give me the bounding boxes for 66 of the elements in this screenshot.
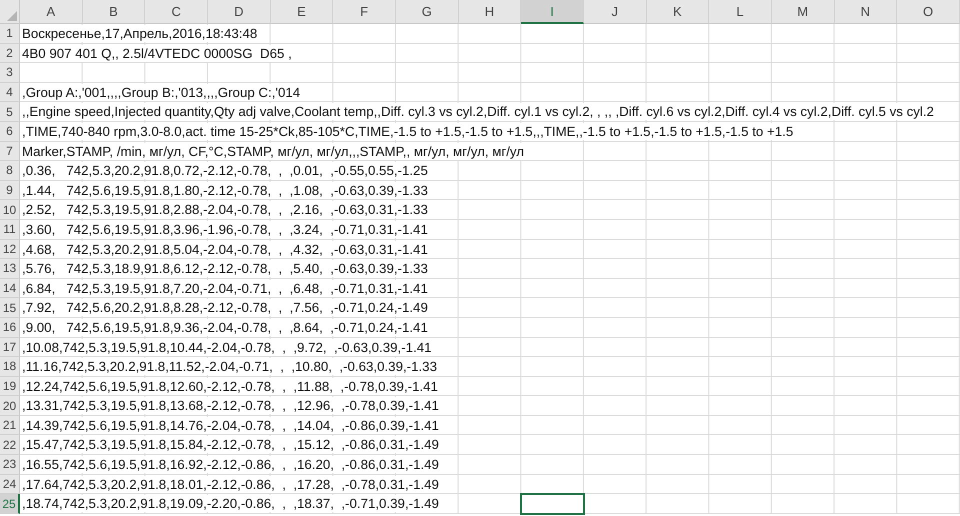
active-cell-cursor[interactable] xyxy=(520,493,586,515)
cell-text: ,16.55,742,5.6,19.5,91.8,16.92,-2.12,-0.86, , ,16.20, ,-0.86,0.31,-1.49 xyxy=(22,456,441,474)
cell-text: ,11.16,742,5.3,20.2,91.8,11.52,-2.04,-0.71, , ,10.80, ,-0.63,0.39,-1.33 xyxy=(22,358,439,376)
cell-text: ,18.74,742,5.3,20.2,91.8,19.09,-2.20,-0.86, , ,18.37, ,-0.71,0.39,-1.49 xyxy=(22,495,441,512)
row-header[interactable]: 11 xyxy=(0,220,20,240)
column-header[interactable]: I xyxy=(521,0,584,24)
row-header[interactable]: 13 xyxy=(0,259,20,279)
column-header[interactable]: C xyxy=(145,0,208,24)
column-header[interactable]: F xyxy=(333,0,396,24)
corner-triangle-icon xyxy=(7,11,17,21)
column-header[interactable]: D xyxy=(208,0,271,24)
row-header[interactable]: 24 xyxy=(0,474,20,494)
cell-text: ,3.60, 742,5.6,19.5,91.8,3.96,-1.96,-0.78, , ,3.24, ,-0.71,0.31,-1.41 xyxy=(22,220,430,238)
column-header[interactable]: J xyxy=(584,0,647,24)
cell-text: Воскресенье,17,Апрель,2016,18:43:48 xyxy=(22,25,260,42)
column-header[interactable]: H xyxy=(458,0,522,24)
cell-text: ,TIME,740-840 rpm,3.0-8.0,act. time 15-25*Ck,85-105*C,TIME,-1.5 to +1.5,-1.5 to +1.5,,,TIME,,-1.5 to +1.5,-1.5 to +1.5,-1.5 to +1.5 xyxy=(22,122,796,140)
row-header[interactable]: 9 xyxy=(0,180,20,200)
row-header[interactable]: 15 xyxy=(0,298,20,318)
column-header[interactable]: E xyxy=(270,0,334,24)
row-header[interactable]: 14 xyxy=(0,278,20,298)
row-header[interactable]: 25 xyxy=(0,494,20,514)
cell-text: ,15.47,742,5.3,19.5,91.8,15.84,-2.12,-0.78, , ,15.12, ,-0.86,0.31,-1.49 xyxy=(22,436,441,454)
cell-text: ,13.31,742,5.3,19.5,91.8,13.68,-2.12,-0.78, , ,12.96, ,-0.78,0.39,-1.41 xyxy=(22,397,441,414)
column-header[interactable]: B xyxy=(82,0,146,24)
cell-text: ,12.24,742,5.6,19.5,91.8,12.60,-2.12,-0.78, , ,11.88, ,-0.78,0.39,-1.41 xyxy=(22,378,440,395)
cell-text: ,14.39,742,5.6,19.5,91.8,14.76,-2.04,-0.78, , ,14.04, ,-0.86,0.39,-1.41 xyxy=(22,416,441,434)
cell-text: ,9.00, 742,5.6,19.5,91.8,9.36,-2.04,-0.78, , ,8.64, ,-0.71,0.24,-1.41 xyxy=(22,318,430,336)
row-header[interactable]: 8 xyxy=(0,161,20,181)
cell-text: ,10.08,742,5.3,19.5,91.8,10.44,-2.04,-0.78, , ,9.72, ,-0.63,0.39,-1.41 xyxy=(22,338,434,356)
cell-text: ,Group A:,'001,,,,Group B:,'013,,,,Group C:,'014 xyxy=(22,84,302,101)
column-header[interactable]: O xyxy=(897,0,960,24)
cell-text: ,5.76, 742,5.3,18.9,91.8,6.12,-2.12,-0.78, , ,5.40, ,-0.63,0.39,-1.33 xyxy=(22,260,430,278)
cell-text: ,7.92, 742,5.6,20.2,91.8,8.28,-2.12,-0.78, , ,7.56, ,-0.71,0.24,-1.49 xyxy=(22,299,430,316)
row-header[interactable]: 1 xyxy=(0,24,20,44)
row-header[interactable]: 5 xyxy=(0,102,20,122)
row-header[interactable]: 16 xyxy=(0,318,20,338)
column-header[interactable]: K xyxy=(646,0,710,24)
row-header[interactable]: 3 xyxy=(0,63,20,83)
row-header[interactable]: 4 xyxy=(0,82,20,102)
cell-text: ,4.68, 742,5.3,20.2,91.8,5.04,-2.04,-0.78, , ,4.32, ,-0.63,0.31,-1.41 xyxy=(22,240,430,258)
row-header[interactable]: 12 xyxy=(0,240,20,260)
row-header[interactable]: 6 xyxy=(0,122,20,142)
column-header[interactable]: N xyxy=(834,0,898,24)
row-header[interactable]: 7 xyxy=(0,142,20,162)
column-header[interactable]: G xyxy=(396,0,459,24)
row-header[interactable]: 17 xyxy=(0,338,20,358)
row-header[interactable]: 10 xyxy=(0,200,20,220)
cell-text: Marker,STAMP, /min, мг/ул, CF,°C,STAMP, мг/ул, мг/ул,,,STAMP,, мг/ул, мг/ул, мг/ул xyxy=(22,142,526,160)
cell-text: ,17.64,742,5.3,20.2,91.8,18.01,-2.12,-0.86, , ,17.28, ,-0.78,0.31,-1.49 xyxy=(22,476,441,493)
row-header[interactable]: 19 xyxy=(0,376,20,396)
column-header[interactable]: L xyxy=(709,0,772,24)
row-header[interactable]: 22 xyxy=(0,435,20,456)
row-header[interactable]: 18 xyxy=(0,357,20,377)
row-header[interactable]: 21 xyxy=(0,416,20,436)
cell-text: 4B0 907 401 Q,, 2.5l/4VTEDC 0000SG D65 , xyxy=(22,44,294,62)
column-header[interactable]: M xyxy=(772,0,835,24)
row-header[interactable]: 23 xyxy=(0,455,20,475)
row-header[interactable]: 2 xyxy=(0,44,20,64)
cell-text: ,6.84, 742,5.3,19.5,91.8,7.20,-2.04,-0.71, , ,6.48, ,-0.71,0.31,-1.41 xyxy=(22,280,430,297)
row-header[interactable]: 20 xyxy=(0,396,20,416)
cell-text: ,,Engine speed,Injected quantity,Qty adj valve,Coolant temp,,Diff. cyl.3 vs cyl.2,Diff. cyl.1 vs cyl.2, , ,, ,Diff. cyl.6 vs cyl.2,Diff. cyl.4 vs cyl.2,Diff. cyl.5 vs cyl.2 xyxy=(22,103,936,120)
cell-text: ,0.36, 742,5.3,20.2,91.8,0.72,-2.12,-0.78, , ,0.01, ,-0.55,0.55,-1.25 xyxy=(22,162,430,180)
column-header[interactable]: A xyxy=(20,0,83,24)
cell-text: ,1.44, 742,5.6,19.5,91.8,1.80,-2.12,-0.78, , ,1.08, ,-0.63,0.39,-1.33 xyxy=(22,182,430,199)
cell-text: ,2.52, 742,5.3,19.5,91.8,2.88,-2.04,-0.78, , ,2.16, ,-0.63,0.31,-1.33 xyxy=(22,201,430,218)
